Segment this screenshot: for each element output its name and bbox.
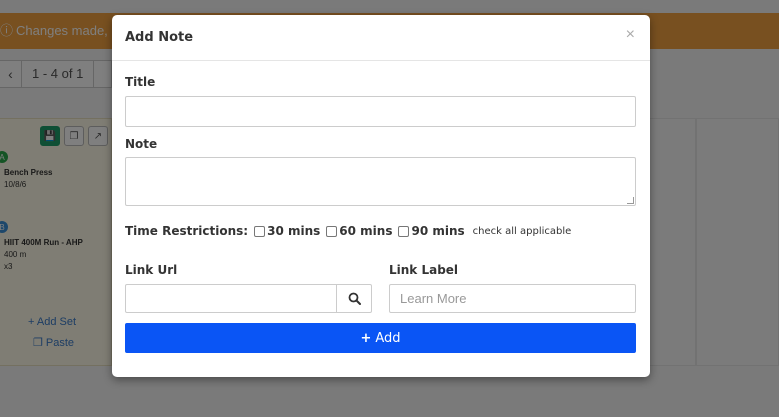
plus-icon: + bbox=[360, 330, 372, 346]
time-option-label: 90 mins bbox=[411, 224, 465, 238]
time-option-60[interactable]: 60 mins bbox=[326, 224, 392, 238]
add-note-modal: Add Note × Title Note Time Restrictions:… bbox=[112, 15, 650, 377]
time-option-30[interactable]: 30 mins bbox=[254, 224, 320, 238]
search-icon bbox=[348, 292, 361, 305]
title-label: Title bbox=[125, 75, 156, 89]
note-textarea[interactable] bbox=[125, 157, 636, 206]
time-hint: check all applicable bbox=[472, 225, 572, 237]
link-label-input[interactable]: Learn More bbox=[389, 284, 636, 313]
add-button[interactable]: + Add bbox=[125, 323, 636, 353]
modal-header: Add Note × bbox=[112, 15, 650, 61]
time-option-label: 60 mins bbox=[339, 224, 393, 238]
link-search-button[interactable] bbox=[336, 284, 372, 313]
time-option-label: 30 mins bbox=[267, 224, 321, 238]
checkbox-60[interactable] bbox=[326, 225, 338, 237]
time-option-90[interactable]: 90 mins bbox=[398, 224, 465, 238]
link-url-input[interactable] bbox=[125, 284, 337, 313]
modal-title: Add Note bbox=[125, 30, 194, 45]
add-button-label: Add bbox=[375, 330, 401, 346]
close-icon[interactable]: × bbox=[626, 27, 635, 43]
link-url-label: Link Url bbox=[125, 263, 178, 277]
resize-handle-icon[interactable] bbox=[627, 197, 634, 204]
title-input[interactable] bbox=[125, 96, 636, 127]
note-label: Note bbox=[125, 137, 158, 151]
time-restrictions-row: Time Restrictions: 30 mins 60 mins 90 mi… bbox=[125, 224, 571, 238]
link-label-label: Link Label bbox=[389, 263, 459, 277]
checkbox-30[interactable] bbox=[254, 225, 266, 237]
time-restrictions-label: Time Restrictions: bbox=[125, 224, 249, 238]
checkbox-90[interactable] bbox=[398, 225, 410, 237]
